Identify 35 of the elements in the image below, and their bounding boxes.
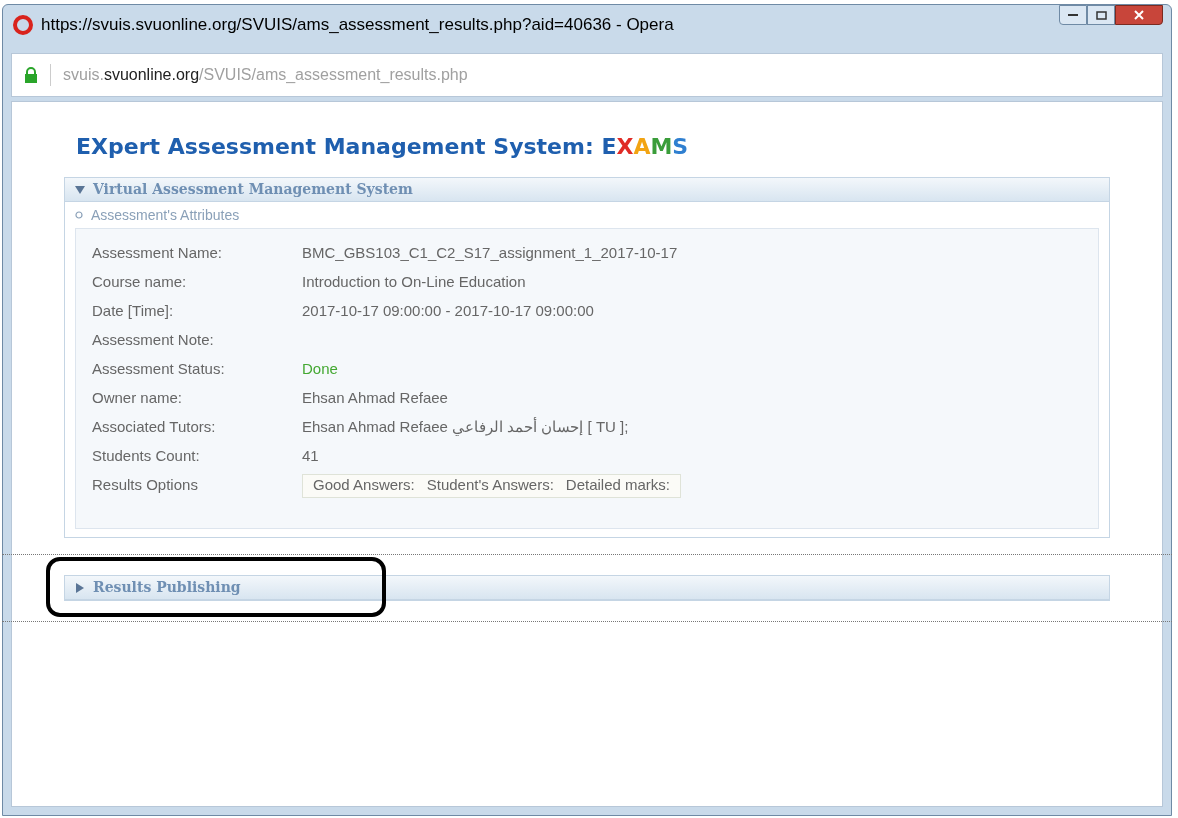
attribute-label: Students Count: xyxy=(92,446,201,467)
option-label: Good Answers: xyxy=(313,475,415,496)
option-label: Detailed marks: xyxy=(565,475,671,496)
attribute-value: 2017-10-17 09:00:00 - 2017-10-17 09:00:00 xyxy=(302,301,594,322)
status-value: Done xyxy=(302,359,338,380)
attribute-label: Assessment Note: xyxy=(92,330,215,351)
subsection-title: Assessment's Attributes xyxy=(91,205,240,225)
maximize-icon xyxy=(1095,10,1107,20)
circle-bullet-icon xyxy=(75,211,83,219)
address-field[interactable]: svuis.svuonline.org/SVUIS/ams_assessment_results.php xyxy=(63,63,468,87)
attribute-label: Date [Time]: xyxy=(92,301,175,322)
expanded-triangle-icon xyxy=(75,184,85,195)
page-heading: EXpert Assessment Management System: EXAMS xyxy=(76,133,690,161)
attribute-label: Assessment Status: xyxy=(92,359,226,380)
attribute-label: Assessment Name: xyxy=(92,243,224,264)
minimize-button[interactable] xyxy=(1059,5,1087,25)
attribute-label: Course name: xyxy=(92,272,188,293)
collapsed-triangle-icon xyxy=(75,582,85,593)
attribute-value: Ehsan Ahmad Refaee إحسان أحمد الرفاعي [ TU ]; xyxy=(302,416,629,438)
close-button[interactable] xyxy=(1115,5,1163,25)
attribute-value: 41 xyxy=(302,446,319,467)
option-label: Student's Answers: xyxy=(426,475,554,496)
attribute-value: Introduction to On-Line Education xyxy=(302,272,526,293)
section-header[interactable]: Virtual Assessment Management System xyxy=(65,178,1109,202)
window-title: https://svuis.svuonline.org/SVUIS/ams_assessment_results.php?aid=40636 - Opera xyxy=(41,14,674,37)
minimize-icon xyxy=(1068,13,1078,17)
browser-logo-icon xyxy=(13,15,33,35)
attribute-label: Owner name: xyxy=(92,388,184,409)
attribute-value: BMC_GBS103_C1_C2_S17_assignment_1_2017-10-17 xyxy=(302,243,678,264)
section-header[interactable]: Results Publishing xyxy=(65,576,1109,600)
maximize-button[interactable] xyxy=(1087,5,1115,25)
attribute-label: Results Options xyxy=(92,475,199,496)
close-icon xyxy=(1134,10,1144,20)
attribute-value: Ehsan Ahmad Refaee xyxy=(302,388,448,409)
attribute-label: Associated Tutors: xyxy=(92,417,217,438)
